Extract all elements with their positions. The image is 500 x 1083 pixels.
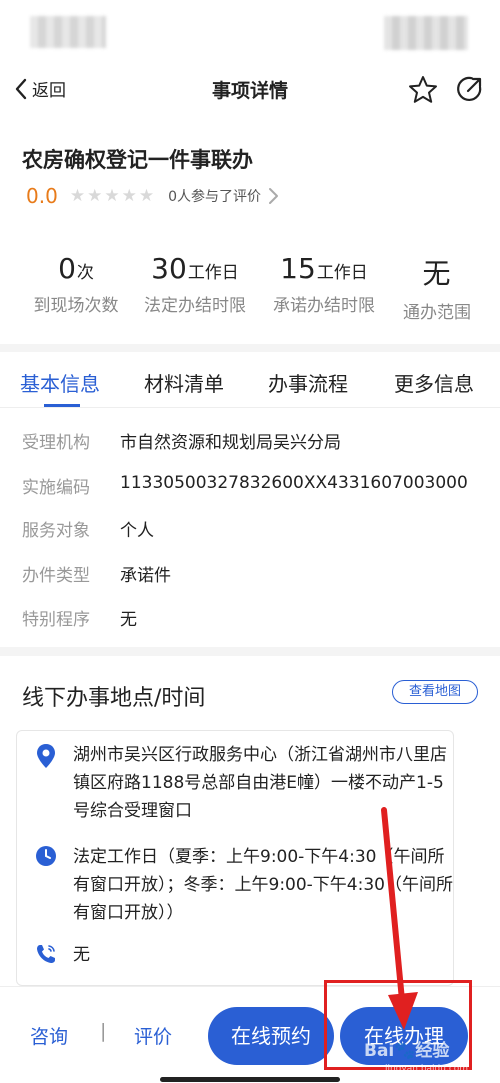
address-item: 湖州市吴兴区行政服务中心（浙江省湖州市八里店镇区府路1188号总部自由港E幢）一… (35, 741, 453, 825)
watermark-url: jingyan.baidu.com (385, 1064, 469, 1074)
rating-row[interactable]: 0.0 ★ ★ ★ ★ ★ 0人参与了评价 (26, 184, 279, 208)
chevron-right-icon (268, 188, 278, 204)
info-row: 办件类型 承诺件 (22, 566, 171, 586)
phone-item: 无 (35, 941, 453, 969)
eval-count: 0人参与了评价 (168, 189, 261, 205)
stat-visits: 0次 到现场次数 (33, 252, 119, 316)
hours-text: 法定工作日（夏季：上午9:00-下午4:30（午间所有窗口开放）；冬季：上午9:… (73, 847, 453, 923)
offline-section: 线下办事地点/时间 查看地图 湖州市吴兴区行政服务中心（浙江省湖州市八里店镇区府… (0, 656, 500, 986)
info-row: 受理机构 市自然资源和规划局吴兴分局 (22, 433, 341, 453)
view-map-button[interactable]: 查看地图 (392, 680, 478, 704)
tab-process[interactable]: 办事流程 (268, 368, 348, 397)
item-name: 农房确权登记一件事联办 (22, 148, 253, 172)
nav-bar: 返回 事项详情 (0, 64, 500, 114)
info-row: 服务对象 个人 (22, 521, 154, 541)
offline-title: 线下办事地点/时间 (22, 686, 206, 711)
tab-materials[interactable]: 材料清单 (144, 368, 224, 397)
review-button[interactable]: 评价 (134, 1022, 172, 1049)
info-section: 基本信息 材料清单 办事流程 更多信息 受理机构 市自然资源和规划局吴兴分局 实… (0, 352, 500, 647)
phone-text: 无 (73, 945, 90, 965)
phone-icon (37, 945, 55, 963)
address-text: 湖州市吴兴区行政服务中心（浙江省湖州市八里店镇区府路1188号总部自由港E幢）一… (73, 745, 447, 821)
stat-legal-limit: 30工作日 法定办结时限 (144, 252, 246, 316)
divider: | (100, 1020, 107, 1042)
info-row: 实施编码 11330500327832600XX4331607003000 (22, 473, 468, 498)
item-header: 农房确权登记一件事联办 0.0 ★ ★ ★ ★ ★ 0人参与了评价 0次 到现场… (0, 114, 500, 344)
blurred-status-left (30, 16, 106, 48)
clock-icon (36, 846, 56, 866)
rating-score: 0.0 (26, 184, 58, 208)
star-icon: ★ (87, 186, 103, 206)
location-card: 湖州市吴兴区行政服务中心（浙江省湖州市八里店镇区府路1188号总部自由港E幢）一… (16, 730, 454, 986)
home-indicator[interactable] (160, 1077, 340, 1082)
status-bar (0, 0, 500, 64)
star-icon: ★ (138, 186, 155, 206)
watermark-logo: Bai🐾经验 (364, 1041, 450, 1061)
rating-stars: ★ ★ ★ ★ ★ (70, 186, 156, 206)
stat-promise-limit: 15工作日 承诺办结时限 (273, 252, 375, 316)
consult-button[interactable]: 咨询 (30, 1022, 68, 1049)
tab-underline (44, 404, 80, 407)
info-row: 特别程序 无 (22, 610, 137, 630)
tab-basic-info[interactable]: 基本信息 (20, 368, 100, 397)
star-icon: ★ (104, 186, 120, 206)
star-icon: ★ (121, 186, 137, 206)
location-pin-icon (37, 744, 55, 768)
book-online-button[interactable]: 在线预约 (208, 1007, 334, 1065)
stat-scope: 无 通办范围 (403, 257, 471, 323)
tab-more-info[interactable]: 更多信息 (394, 368, 474, 397)
tab-bar: 基本信息 材料清单 办事流程 更多信息 (0, 352, 500, 408)
share-icon[interactable] (455, 74, 485, 104)
blurred-status-right (384, 16, 468, 50)
hours-item: 法定工作日（夏季：上午9:00-下午4:30（午间所有窗口开放）；冬季：上午9:… (35, 843, 453, 927)
star-icon: ★ (69, 186, 86, 206)
favorite-star-icon[interactable] (407, 74, 439, 106)
